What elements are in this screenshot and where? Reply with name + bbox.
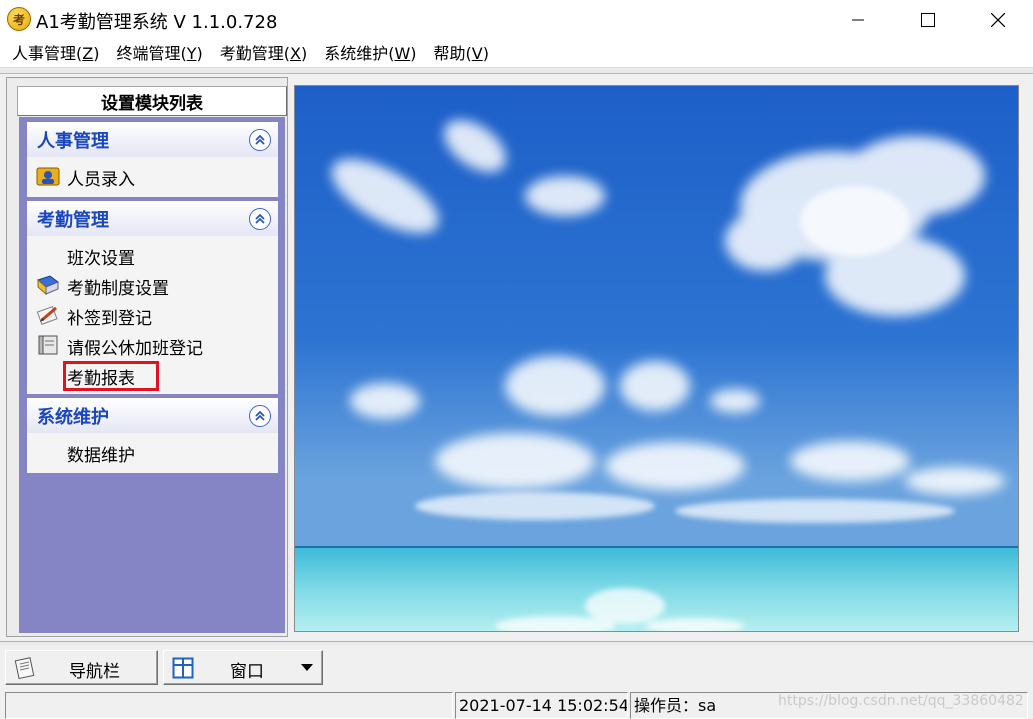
- highlight-box: [63, 361, 159, 391]
- menu-help[interactable]: 帮助(V): [426, 40, 497, 68]
- watermark-text: https://blog.csdn.net/qq_33860482: [778, 693, 1024, 709]
- nav-group-title: 考勤管理: [37, 209, 109, 231]
- menu-terminal[interactable]: 终端管理(Y): [108, 40, 210, 68]
- person-card-icon: [36, 167, 60, 186]
- maximize-icon: [921, 13, 935, 27]
- nav-group-header-attendance[interactable]: 考勤管理: [27, 201, 278, 236]
- title-bar: 考 A1考勤管理系统 V 1.1.0.728: [0, 0, 1033, 40]
- double-chevron-up-icon: [255, 410, 265, 421]
- nav-item-data-maintenance[interactable]: 数据维护: [27, 437, 278, 467]
- background-image: [294, 85, 1019, 632]
- nav-group-title: 系统维护: [37, 406, 109, 428]
- nav-group-header-personnel[interactable]: 人事管理: [27, 122, 278, 157]
- sidebar-header: 设置模块列表: [17, 86, 287, 116]
- nav-group-system: 系统维护 数据维护: [27, 398, 278, 473]
- nav-item-attendance-rules[interactable]: 考勤制度设置: [27, 270, 278, 300]
- window-grid-icon: [172, 657, 194, 679]
- minimize-icon: [852, 19, 864, 21]
- status-datetime: 2021-07-14 15:02:54: [455, 692, 628, 719]
- app-logo-icon: 考: [7, 7, 31, 31]
- rules-book-icon: [37, 275, 59, 296]
- nav-item-shift-settings[interactable]: 班次设置: [27, 240, 278, 270]
- collapse-button[interactable]: [249, 405, 271, 427]
- minimize-button[interactable]: [823, 0, 893, 40]
- ledger-icon: [38, 335, 58, 355]
- nav-group-header-system[interactable]: 系统维护: [27, 398, 278, 433]
- newspaper-icon: [14, 657, 35, 679]
- sidebar-nav: 人事管理 人员录入 考勤管理 班次设置 考勤制度设置 补签到登记 请假公休加班登…: [19, 117, 285, 633]
- nav-item-personnel-entry[interactable]: 人员录入: [27, 161, 278, 191]
- status-empty-cell: [5, 692, 453, 719]
- window-title: A1考勤管理系统 V 1.1.0.728: [36, 12, 278, 33]
- double-chevron-up-icon: [255, 134, 265, 145]
- nav-item-supplementary-signin[interactable]: 补签到登记: [27, 300, 278, 330]
- collapse-button[interactable]: [249, 129, 271, 151]
- collapse-button[interactable]: [249, 208, 271, 230]
- nav-group-personnel: 人事管理 人员录入: [27, 122, 278, 197]
- nav-item-leave-overtime[interactable]: 请假公休加班登记: [27, 330, 278, 360]
- dropdown-arrow-icon: [301, 664, 313, 671]
- sky-sea-picture: [295, 86, 1018, 631]
- navigator-button[interactable]: 导航栏: [5, 650, 158, 685]
- menu-bar: 人事管理(Z) 终端管理(Y) 考勤管理(X) 系统维护(W) 帮助(V): [0, 40, 1033, 68]
- close-icon: [991, 13, 1005, 27]
- nav-group-attendance: 考勤管理 班次设置 考勤制度设置 补签到登记 请假公休加班登记 考勤报表: [27, 201, 278, 394]
- menu-attendance[interactable]: 考勤管理(X): [212, 40, 315, 68]
- nav-item-attendance-report[interactable]: 考勤报表: [27, 360, 278, 391]
- close-button[interactable]: [963, 0, 1033, 40]
- menu-separator: [0, 69, 1033, 74]
- pencil-note-icon: [36, 305, 58, 325]
- window-dropdown[interactable]: 窗口: [163, 650, 323, 685]
- menu-personnel[interactable]: 人事管理(Z): [4, 40, 107, 68]
- double-chevron-up-icon: [255, 213, 265, 224]
- toolbar-separator: [0, 641, 1033, 645]
- maximize-button[interactable]: [893, 0, 963, 40]
- nav-group-title: 人事管理: [37, 130, 109, 152]
- menu-system[interactable]: 系统维护(W): [316, 40, 424, 68]
